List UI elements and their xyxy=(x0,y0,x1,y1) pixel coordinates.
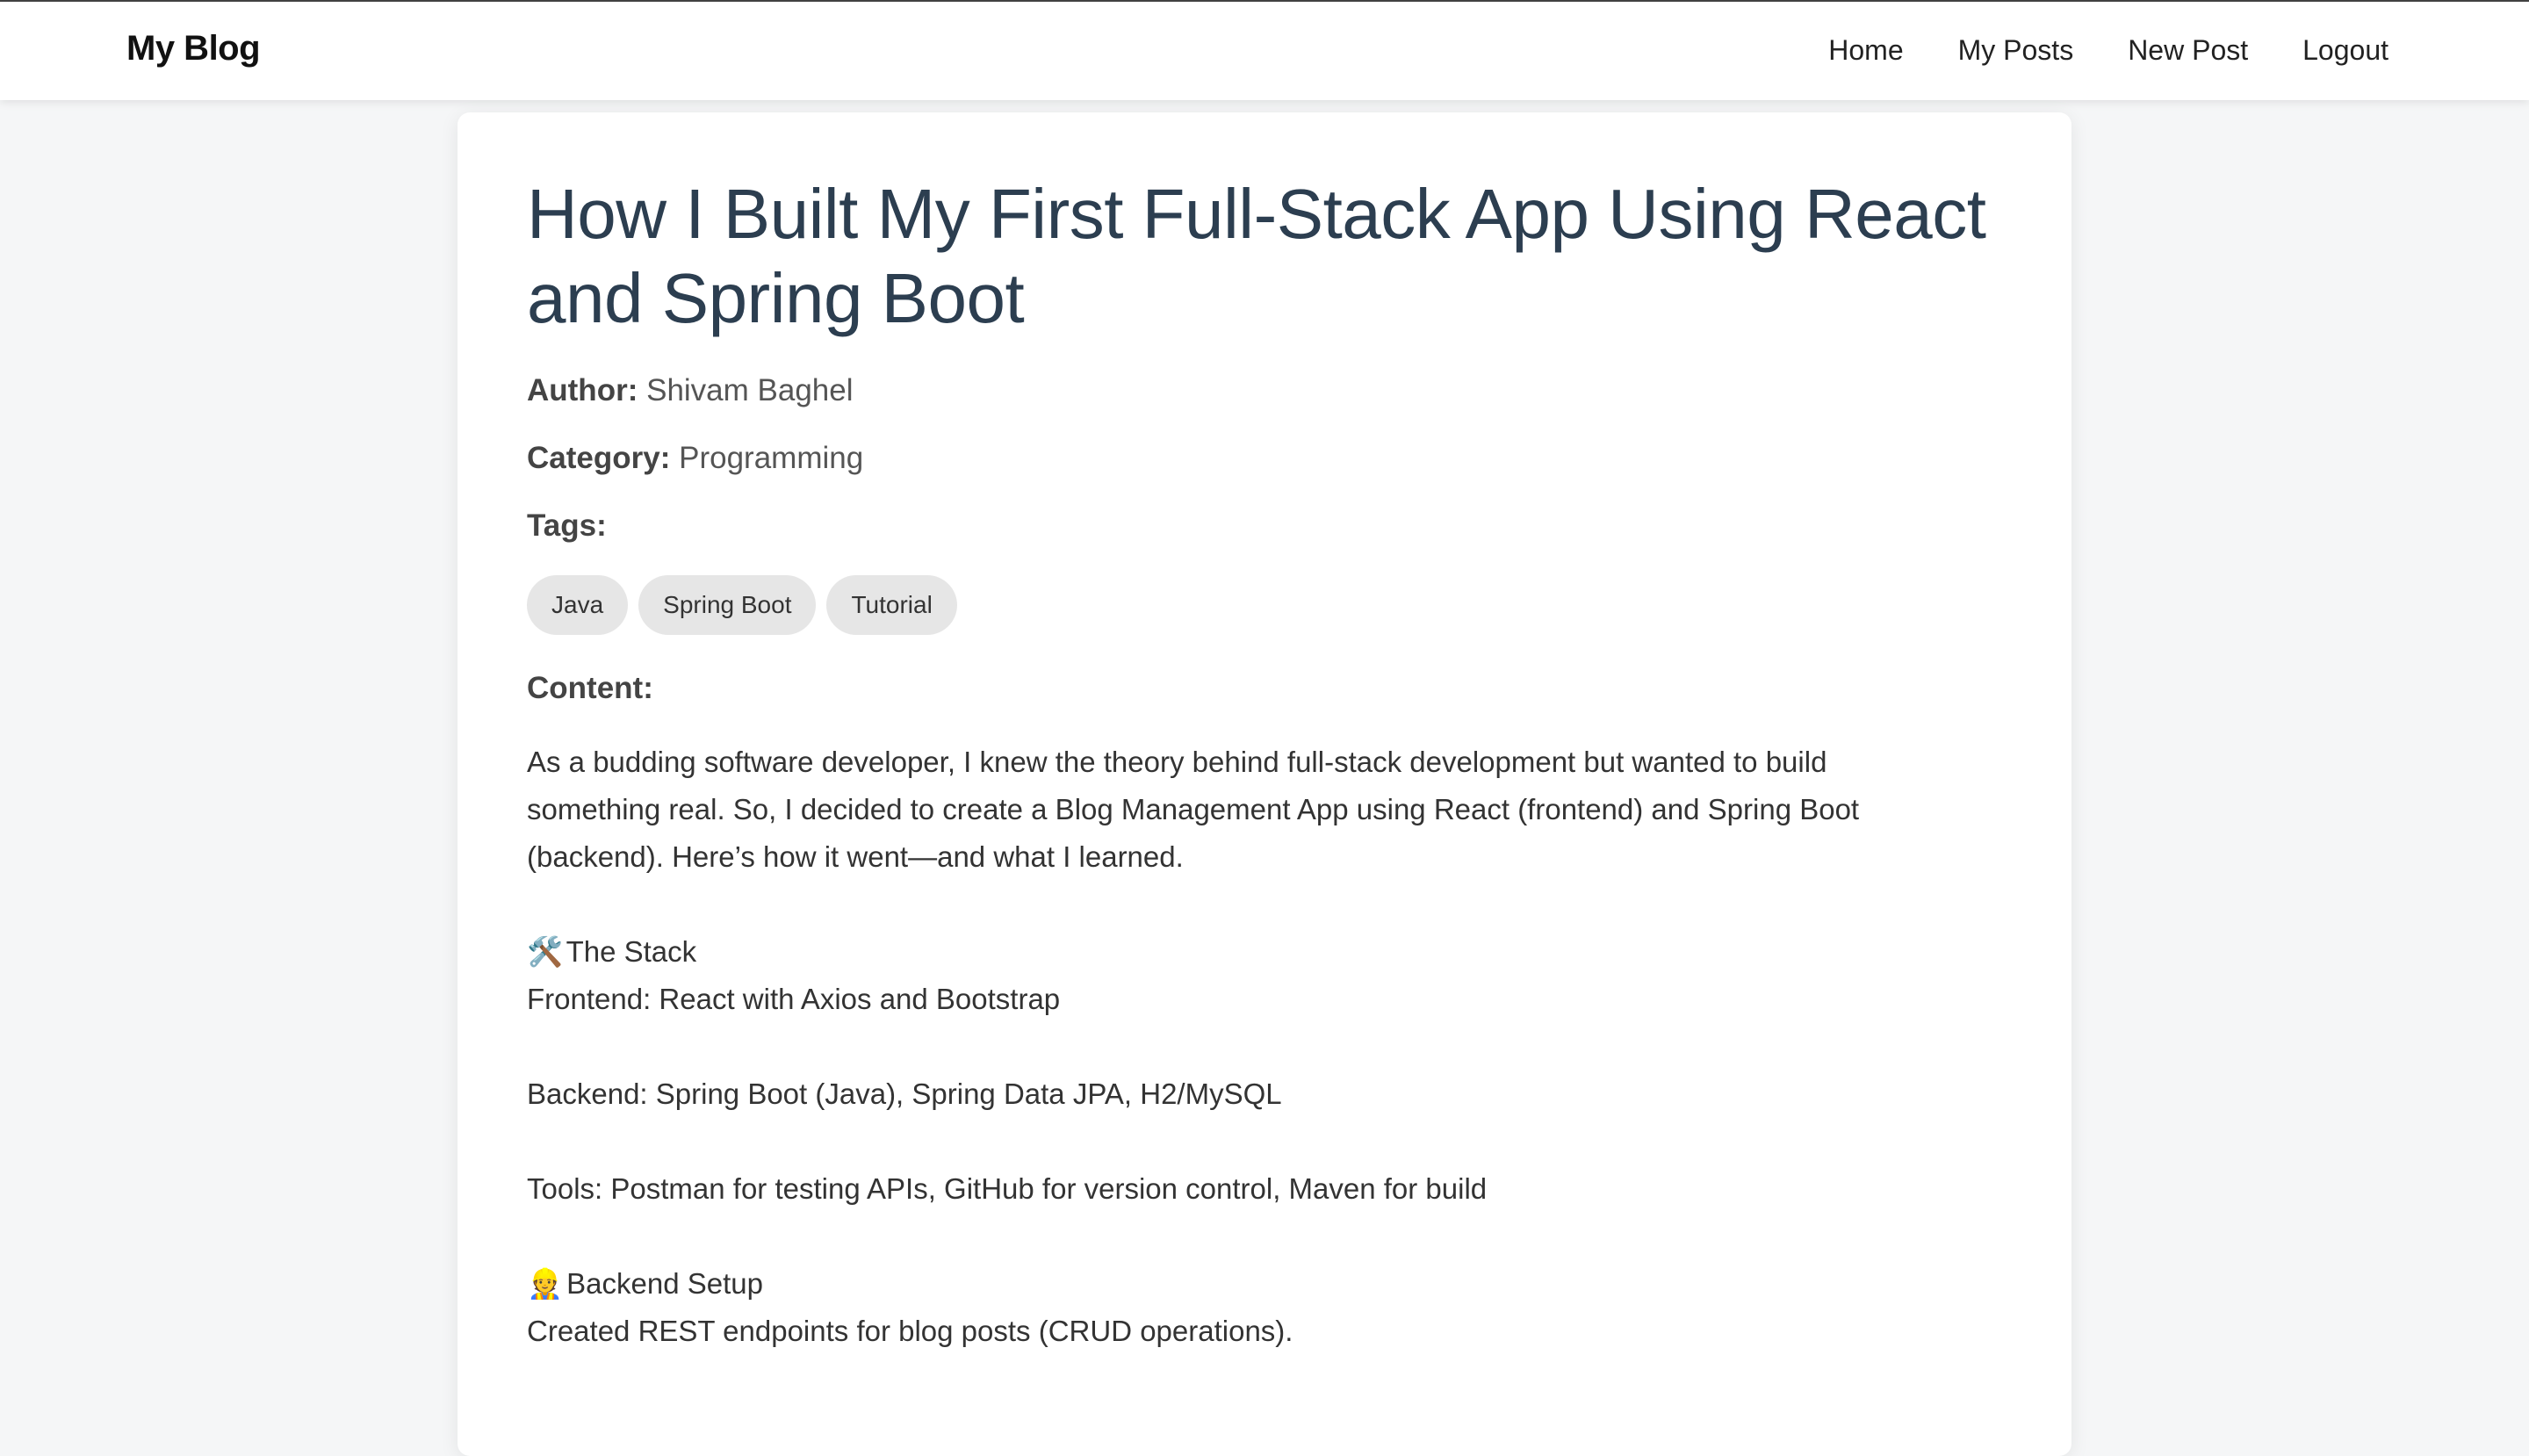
post-author: Author: Shivam Baghel xyxy=(527,372,2002,409)
nav-links: Home My Posts New Post Logout xyxy=(1828,34,2388,67)
nav-new-post-link[interactable]: New Post xyxy=(2128,34,2248,67)
content-stack-tools: Tools: Postman for testing APIs, GitHub … xyxy=(527,1172,1488,1205)
tags-label: Tags: xyxy=(527,508,607,543)
post-category: Category: Programming xyxy=(527,440,2002,477)
author-label: Author: xyxy=(527,373,638,407)
content-stack-heading: 🛠️ The Stack xyxy=(527,928,1949,976)
tag-chip-tutorial[interactable]: Tutorial xyxy=(826,575,957,635)
nav-my-posts-link[interactable]: My Posts xyxy=(1958,34,2074,67)
backend-heading-text: Backend Setup xyxy=(566,1267,764,1300)
post-card: How I Built My First Full-Stack App Usin… xyxy=(458,112,2071,1456)
tag-chip-java[interactable]: Java xyxy=(527,575,629,635)
category-label: Category: xyxy=(527,441,671,475)
tag-list: Java Spring Boot Tutorial xyxy=(527,575,2002,635)
content-backend-line: Created REST endpoints for blog posts (C… xyxy=(527,1315,1293,1347)
post-title: How I Built My First Full-Stack App Usin… xyxy=(527,175,1986,337)
nav-home-link[interactable]: Home xyxy=(1828,34,1903,67)
construction-worker-icon: 👷 xyxy=(527,1267,564,1300)
author-value: Shivam Baghel xyxy=(646,373,854,407)
nav-logout-link[interactable]: Logout xyxy=(2302,34,2388,67)
tag-chip-spring-boot[interactable]: Spring Boot xyxy=(638,575,817,635)
content-backend-heading: 👷 Backend Setup xyxy=(527,1260,1949,1308)
navbar: My Blog Home My Posts New Post Logout xyxy=(0,2,2529,100)
content-stack-backend: Backend: Spring Boot (Java), Spring Data… xyxy=(527,1078,1282,1110)
brand-logo[interactable]: My Blog xyxy=(126,29,261,68)
tools-icon: 🛠️ xyxy=(527,935,564,968)
post-content-heading: Content: xyxy=(527,670,2002,707)
post-tags-heading: Tags: xyxy=(527,508,2002,544)
content-intro: As a budding software developer, I knew … xyxy=(527,746,1860,873)
content-label: Content: xyxy=(527,671,653,705)
stack-heading-text: The Stack xyxy=(566,935,697,968)
post-content: As a budding software developer, I knew … xyxy=(527,739,1949,1355)
category-value: Programming xyxy=(679,441,864,475)
content-stack-frontend: Frontend: React with Axios and Bootstrap xyxy=(527,983,1061,1015)
